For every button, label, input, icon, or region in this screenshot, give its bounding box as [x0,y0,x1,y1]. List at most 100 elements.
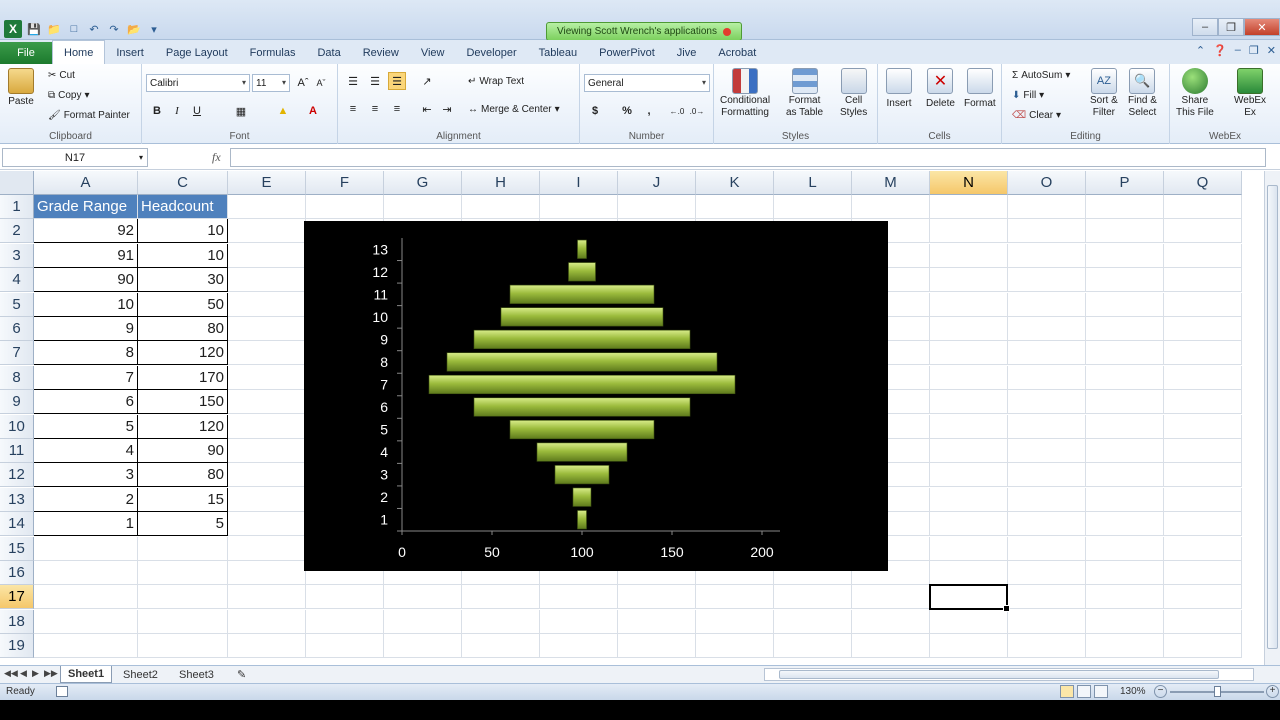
grid-cell[interactable] [1086,439,1164,463]
grid-cell[interactable] [1164,561,1242,585]
table-cell[interactable]: 9 [34,317,138,341]
grid-cell[interactable] [1164,341,1242,366]
vertical-scrollbar[interactable] [1264,171,1280,665]
grid-cell[interactable] [306,585,384,610]
redo-icon[interactable]: ↷ [106,21,122,37]
grid-cell[interactable] [1008,463,1086,488]
grid-cell[interactable] [1164,365,1242,390]
grid-cell[interactable] [1164,390,1242,415]
grid-cell[interactable] [228,414,306,439]
grid-cell[interactable] [930,292,1008,317]
increase-indent-icon[interactable]: ⇥ [438,100,456,118]
new-sheet-icon[interactable]: ✎ [230,666,253,683]
grid-cell[interactable] [1008,243,1086,268]
cut-button[interactable]: ✂ Cut [48,70,75,81]
table-cell[interactable]: 91 [34,243,138,268]
grid-cell[interactable] [930,487,1008,512]
grid-cell[interactable] [306,609,384,634]
row-header-7[interactable]: 7 [0,341,34,366]
grid-cell[interactable] [1086,365,1164,390]
grid-cell[interactable] [930,268,1008,293]
copy-button[interactable]: ⧉ Copy ▾ [48,90,90,101]
row-header-16[interactable]: 16 [0,561,34,585]
increase-decimal-icon[interactable]: ←.0 [668,102,686,120]
screen-share-banner[interactable]: Viewing Scott Wrench's applications [546,22,742,41]
table-cell[interactable]: 150 [138,390,228,415]
row-header-2[interactable]: 2 [0,219,34,244]
workbook-restore-icon[interactable]: ❐ [1249,44,1259,57]
grid-cell[interactable] [1008,414,1086,439]
grid-cell[interactable] [1086,243,1164,268]
grid-cell[interactable] [1086,512,1164,537]
delete-cells-button[interactable]: ✕ Delete [926,68,955,109]
grid-cell[interactable] [930,219,1008,244]
column-header-h[interactable]: H [462,171,540,195]
row-header-8[interactable]: 8 [0,365,34,390]
grid-cell[interactable] [696,609,774,634]
grid-cell[interactable] [1008,292,1086,317]
grid-cell[interactable] [384,609,462,634]
grid-cell[interactable] [1008,390,1086,415]
font-size-select[interactable]: 11 ▾ [252,74,290,92]
page-break-view-icon[interactable] [1094,685,1108,698]
grid-cell[interactable] [228,341,306,366]
tab-tableau[interactable]: Tableau [528,42,589,64]
align-right-icon[interactable]: ≡ [388,100,406,118]
format-cells-button[interactable]: Format [964,68,996,109]
grid-cell[interactable] [540,195,618,219]
table-cell[interactable]: 3 [34,463,138,488]
grid-cell[interactable] [696,634,774,659]
grid-cell[interactable] [462,634,540,659]
align-middle-icon[interactable]: ☰ [366,72,384,90]
grid-cell[interactable] [1008,536,1086,561]
grid-cell[interactable] [1164,634,1242,659]
grid-cell[interactable] [1008,512,1086,537]
row-header-9[interactable]: 9 [0,390,34,415]
excel-app-icon[interactable]: X [4,20,22,38]
stop-sharing-icon[interactable] [722,27,731,36]
last-sheet-icon[interactable]: ▶▶ [44,668,58,679]
column-header-e[interactable]: E [228,171,306,195]
grid-cell[interactable] [1008,609,1086,634]
table-cell[interactable]: 30 [138,268,228,293]
table-cell[interactable]: 90 [138,439,228,463]
grid-cell[interactable] [462,609,540,634]
grid-cell[interactable] [1086,390,1164,415]
grid-cell[interactable] [1008,585,1086,610]
cell-styles-button[interactable]: Cell Styles [840,68,867,118]
table-cell[interactable]: 5 [34,414,138,439]
font-color-icon[interactable]: A [304,102,322,120]
grid-cell[interactable] [696,585,774,610]
column-header-a[interactable]: A [34,171,138,195]
table-cell[interactable]: 80 [138,463,228,488]
underline-button[interactable]: U [188,102,206,120]
row-header-1[interactable]: 1 [0,195,34,219]
grid-cell[interactable] [618,195,696,219]
tab-page-layout[interactable]: Page Layout [155,42,239,64]
grid-cell[interactable] [540,634,618,659]
grid-cell[interactable] [228,561,306,585]
grid-cell[interactable] [930,341,1008,366]
grid-cell[interactable] [228,390,306,415]
sheet-tab-1[interactable]: Sheet1 [60,666,113,683]
tab-data[interactable]: Data [306,42,351,64]
grid-cell[interactable] [1086,487,1164,512]
italic-button[interactable]: I [168,102,186,120]
open-folder-icon[interactable]: 📁 [46,21,62,37]
column-header-p[interactable]: P [1086,171,1164,195]
grid-cell[interactable] [1164,512,1242,537]
share-file-button[interactable]: Share This File [1176,68,1214,118]
grid-cell[interactable] [1164,414,1242,439]
grid-cell[interactable] [462,585,540,610]
bold-button[interactable]: B [148,102,166,120]
grid-cell[interactable] [930,439,1008,463]
number-format-select[interactable]: General ▾ [584,74,710,92]
sheet-tab-2[interactable]: Sheet2 [116,666,165,683]
grid-cell[interactable] [1164,195,1242,219]
minimize-icon[interactable]: – [1192,18,1218,36]
grid-cell[interactable] [852,195,930,219]
grid-cell[interactable] [774,585,852,610]
table-cell[interactable]: 10 [34,292,138,317]
macro-record-icon[interactable] [56,686,68,697]
grid-cell[interactable] [1164,439,1242,463]
